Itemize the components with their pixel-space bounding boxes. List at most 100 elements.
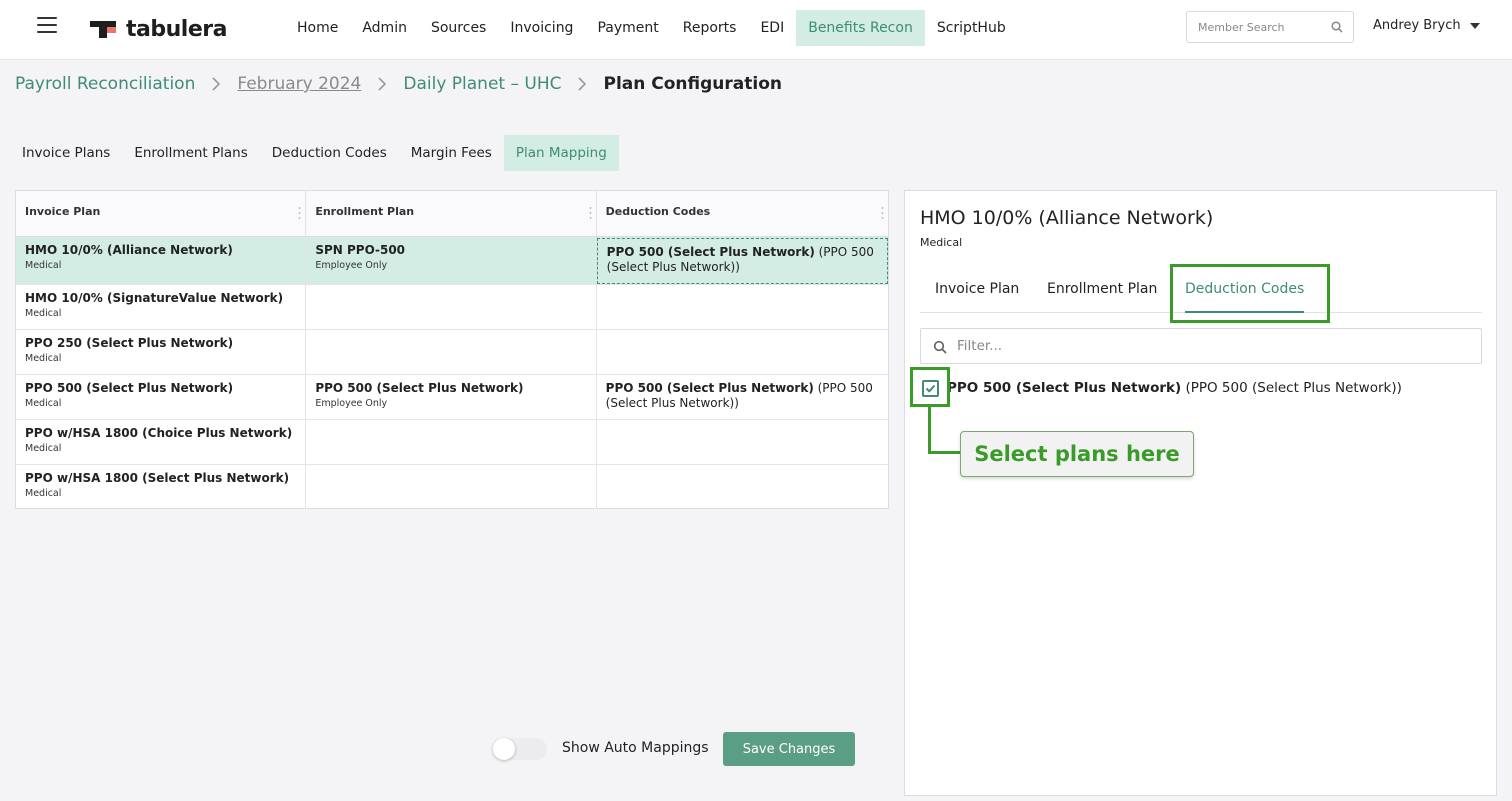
save-changes-button[interactable]: Save Changes [723, 732, 855, 766]
tab-margin-fees[interactable]: Margin Fees [399, 135, 504, 171]
column-header-label: Invoice Plan [25, 205, 101, 218]
hamburger-menu-icon[interactable] [37, 17, 57, 33]
cell-deduction-codes[interactable]: PPO 500 (Select Plus Network) (PPO 500 (… [597, 375, 888, 419]
cell-deduction-codes[interactable] [597, 285, 888, 329]
enrollment-plan-tier: Employee Only [315, 260, 388, 271]
option-detail: (PPO 500 (Select Plus Network)) [1181, 380, 1402, 396]
breadcrumb-client-carrier[interactable]: Daily Planet – UHC [403, 74, 561, 94]
breadcrumb-current: Plan Configuration [603, 74, 782, 94]
panel-tabs: Invoice Plan Enrollment Plan Deduction C… [920, 267, 1482, 313]
enrollment-plan-name: PPO 500 (Select Plus Network) [315, 381, 524, 395]
grid-header: Invoice Plan Enrollment Plan Deduction C… [16, 191, 888, 237]
nav-edi[interactable]: EDI [748, 10, 796, 46]
invoice-plan-type: Medical [25, 353, 62, 364]
column-header-deduction-codes[interactable]: Deduction Codes [597, 191, 888, 236]
table-row[interactable]: PPO 250 (Select Plus Network) Medical [16, 330, 888, 375]
plan-detail-panel: HMO 10/0% (Alliance Network) Medical Inv… [904, 190, 1497, 796]
cell-deduction-codes[interactable] [597, 465, 888, 509]
tab-deduction-codes[interactable]: Deduction Codes [260, 135, 399, 171]
invoice-plan-name: PPO w/HSA 1800 (Select Plus Network) [25, 471, 290, 485]
table-row[interactable]: PPO 500 (Select Plus Network) Medical PP… [16, 375, 888, 420]
nav-reports[interactable]: Reports [671, 10, 749, 46]
nav-sources[interactable]: Sources [419, 10, 498, 46]
column-menu-icon[interactable] [298, 206, 301, 220]
invoice-plan-type: Medical [25, 398, 62, 409]
invoice-plan-type: Medical [25, 488, 62, 499]
cell-enrollment-plan[interactable] [306, 420, 597, 464]
tab-enrollment-plans[interactable]: Enrollment Plans [122, 135, 259, 171]
nav-home[interactable]: Home [285, 10, 350, 46]
top-navbar: tabulera Home Admin Sources Invoicing Pa… [0, 0, 1512, 60]
chevron-right-icon [212, 77, 221, 91]
member-search-input[interactable] [1187, 12, 1327, 42]
option-name: PPO 500 (Select Plus Network) [947, 380, 1182, 396]
checkmark-icon [925, 384, 936, 393]
column-menu-icon[interactable] [589, 206, 592, 220]
invoice-plan-type: Medical [25, 260, 62, 271]
deduction-code-name: PPO 500 (Select Plus Network) [605, 381, 814, 395]
app-logo[interactable]: tabulera [90, 14, 227, 44]
invoice-plan-name: PPO w/HSA 1800 (Choice Plus Network) [25, 426, 293, 440]
breadcrumb-period[interactable]: February 2024 [237, 74, 361, 94]
search-icon [933, 340, 947, 354]
cell-enrollment-plan[interactable]: SPN PPO-500 Employee Only [306, 237, 597, 284]
cell-enrollment-plan[interactable]: PPO 500 (Select Plus Network) Employee O… [306, 375, 597, 419]
auto-mappings-toggle[interactable] [493, 738, 547, 760]
deduction-code-name: PPO 500 (Select Plus Network) [606, 245, 815, 259]
cell-invoice-plan[interactable]: HMO 10/0% (SignatureValue Network) Medic… [16, 285, 307, 329]
column-header-invoice-plan[interactable]: Invoice Plan [16, 191, 307, 236]
caret-down-icon [1469, 22, 1480, 29]
breadcrumb-payroll-reconciliation[interactable]: Payroll Reconciliation [15, 74, 195, 94]
column-header-label: Deduction Codes [605, 205, 711, 218]
column-header-label: Enrollment Plan [315, 205, 415, 218]
user-menu[interactable]: Andrey Brych [1373, 18, 1480, 33]
cell-deduction-codes[interactable]: PPO 500 (Select Plus Network) (PPO 500 (… [596, 238, 888, 284]
logo-text: tabulera [126, 16, 227, 42]
filter-input[interactable] [957, 329, 1457, 363]
nav-scripthub[interactable]: ScriptHub [925, 10, 1018, 46]
table-row[interactable]: PPO w/HSA 1800 (Choice Plus Network) Med… [16, 420, 888, 465]
cell-invoice-plan[interactable]: HMO 10/0% (Alliance Network) Medical [16, 237, 307, 284]
breadcrumb: Payroll Reconciliation February 2024 Dai… [15, 72, 782, 96]
toggle-knob [493, 738, 515, 760]
invoice-plan-type: Medical [25, 443, 62, 454]
user-name: Andrey Brych [1373, 18, 1461, 33]
auto-mappings-label: Show Auto Mappings [562, 740, 709, 756]
annotation-connector [928, 407, 962, 454]
invoice-plan-name: HMO 10/0% (Alliance Network) [25, 243, 233, 257]
cell-invoice-plan[interactable]: PPO w/HSA 1800 (Select Plus Network) Med… [16, 465, 307, 509]
filter-box [920, 328, 1482, 364]
tab-plan-mapping[interactable]: Plan Mapping [503, 135, 619, 171]
panel-tab-enrollment-plan[interactable]: Enrollment Plan [1047, 267, 1157, 313]
cell-enrollment-plan[interactable] [306, 330, 597, 374]
nav-payment[interactable]: Payment [585, 10, 670, 46]
nav-invoicing[interactable]: Invoicing [498, 10, 585, 46]
tab-invoice-plans[interactable]: Invoice Plans [10, 135, 122, 171]
panel-tab-invoice-plan[interactable]: Invoice Plan [935, 267, 1019, 313]
cell-invoice-plan[interactable]: PPO 250 (Select Plus Network) Medical [16, 330, 307, 374]
invoice-plan-name: PPO 500 (Select Plus Network) [25, 381, 234, 395]
enrollment-plan-tier: Employee Only [315, 398, 388, 409]
deduction-code-option[interactable]: PPO 500 (Select Plus Network) (PPO 500 (… [922, 377, 1402, 399]
table-row[interactable]: HMO 10/0% (Alliance Network) Medical SPN… [16, 237, 888, 285]
cell-invoice-plan[interactable]: PPO w/HSA 1800 (Choice Plus Network) Med… [16, 420, 307, 464]
cell-deduction-codes[interactable] [597, 420, 888, 464]
nav-admin[interactable]: Admin [350, 10, 419, 46]
cell-enrollment-plan[interactable] [306, 285, 597, 329]
table-row[interactable]: HMO 10/0% (SignatureValue Network) Medic… [16, 285, 888, 330]
main-nav: Home Admin Sources Invoicing Payment Rep… [285, 10, 1018, 46]
column-menu-icon[interactable] [881, 206, 884, 220]
cell-invoice-plan[interactable]: PPO 500 (Select Plus Network) Medical [16, 375, 307, 419]
panel-title: HMO 10/0% (Alliance Network) [920, 207, 1214, 229]
chevron-right-icon [378, 77, 387, 91]
search-icon[interactable] [1331, 21, 1343, 33]
cell-enrollment-plan[interactable] [306, 465, 597, 509]
config-tabs: Invoice Plans Enrollment Plans Deduction… [10, 135, 619, 171]
nav-benefits-recon[interactable]: Benefits Recon [796, 10, 925, 46]
option-checkbox[interactable] [922, 379, 939, 397]
panel-subtitle: Medical [920, 236, 963, 249]
table-row[interactable]: PPO w/HSA 1800 (Select Plus Network) Med… [16, 465, 888, 509]
panel-tab-deduction-codes[interactable]: Deduction Codes [1185, 267, 1305, 313]
cell-deduction-codes[interactable] [597, 330, 888, 374]
column-header-enrollment-plan[interactable]: Enrollment Plan [306, 191, 597, 236]
